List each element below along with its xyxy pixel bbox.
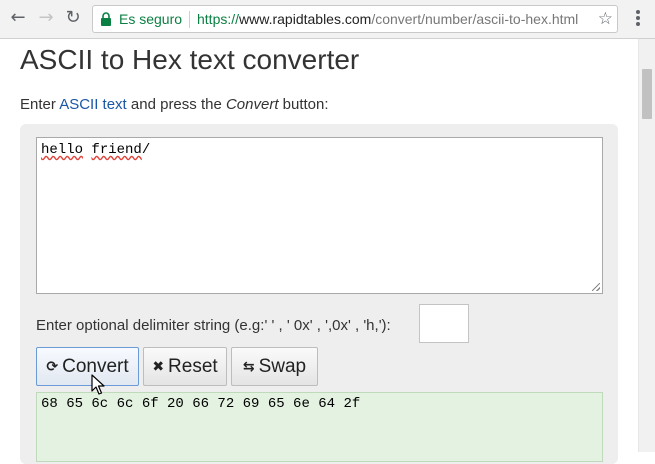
reset-button[interactable]: ✖ Reset bbox=[143, 347, 227, 386]
bookmark-star-icon[interactable]: ☆ bbox=[598, 9, 613, 29]
convert-button[interactable]: ⟳ Convert bbox=[36, 347, 139, 386]
page-scrollbar[interactable] bbox=[638, 39, 655, 452]
lock-icon bbox=[101, 12, 111, 26]
url-host: www.rapidtables.com bbox=[239, 11, 372, 27]
swap-arrows-icon: ⇆ bbox=[242, 358, 255, 375]
swap-button-label: Swap bbox=[258, 355, 307, 377]
url-path: /convert/number/ascii-to-hex.html bbox=[371, 11, 579, 27]
input-word-friend: friend bbox=[91, 142, 142, 158]
resize-handle-icon[interactable] bbox=[592, 283, 600, 291]
scroll-thumb[interactable] bbox=[642, 69, 652, 119]
reset-button-label: Reset bbox=[168, 355, 218, 377]
intro-suffix: button: bbox=[278, 96, 329, 113]
url-text[interactable]: https://www.rapidtables.com/convert/numb… bbox=[197, 11, 578, 27]
page-title: ASCII to Hex text converter bbox=[20, 44, 360, 75]
forward-arrow-icon[interactable]: → bbox=[35, 7, 57, 29]
url-scheme: https:// bbox=[197, 11, 240, 27]
intro-convert-word: Convert bbox=[225, 96, 279, 113]
delimiter-input[interactable] bbox=[419, 304, 469, 343]
close-x-icon: ✖ bbox=[152, 358, 165, 375]
back-arrow-icon[interactable]: ← bbox=[7, 7, 29, 29]
intro-middle: and press the bbox=[126, 96, 226, 113]
omnibox-divider bbox=[189, 11, 190, 28]
mouse-pointer-icon bbox=[91, 374, 105, 395]
intro-text: Enter ASCII text and press the Convert b… bbox=[20, 96, 329, 113]
reload-icon[interactable]: ↻ bbox=[62, 7, 84, 29]
intro-prefix: Enter bbox=[20, 96, 60, 113]
address-bar[interactable]: Es seguro https://www.rapidtables.com/co… bbox=[92, 5, 618, 33]
input-word-hello: hello bbox=[41, 142, 84, 158]
ascii-text-link[interactable]: ASCII text bbox=[59, 96, 127, 113]
ascii-text-input[interactable]: hello friend/ bbox=[36, 137, 603, 294]
refresh-icon: ⟳ bbox=[46, 358, 59, 375]
kebab-menu-icon[interactable] bbox=[630, 10, 646, 28]
input-tail: / bbox=[141, 142, 151, 158]
browser-toolbar: ← → ↻ Es seguro https://www.rapidtables.… bbox=[0, 0, 655, 39]
swap-button[interactable]: ⇆ Swap bbox=[231, 347, 318, 386]
delimiter-label: Enter optional delimiter string (e.g:' '… bbox=[36, 317, 391, 334]
secure-label[interactable]: Es seguro bbox=[119, 11, 182, 27]
